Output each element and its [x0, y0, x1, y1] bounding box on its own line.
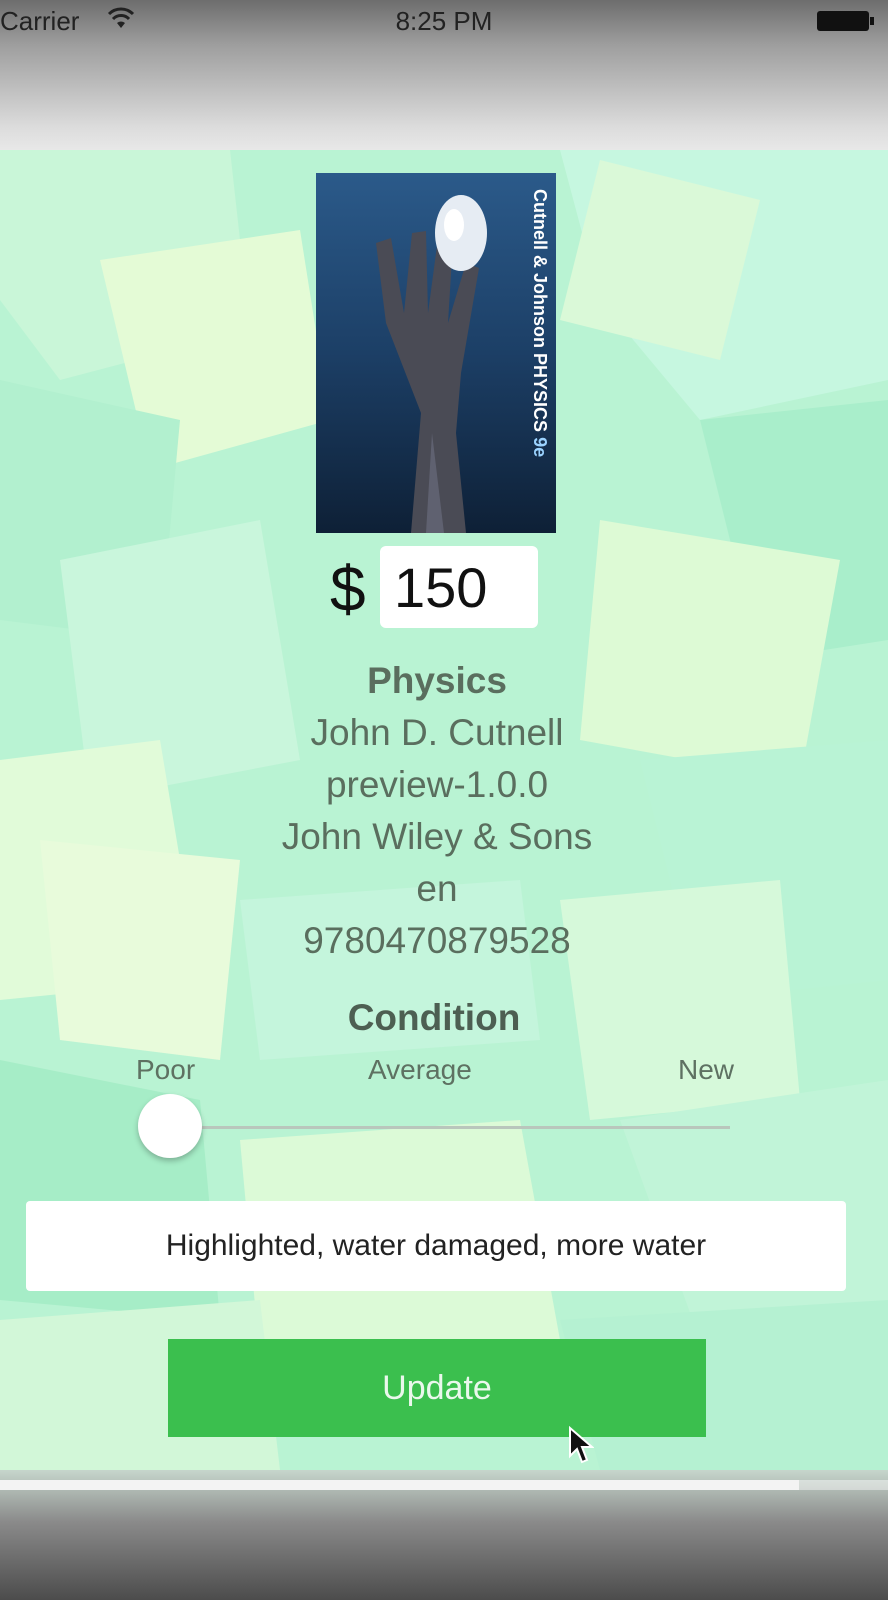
condition-label-average: Average	[368, 1054, 472, 1085]
cover-spine-edition: 9e	[530, 437, 550, 458]
book-author: John D. Cutnell	[310, 712, 564, 753]
cover-spine-title: PHYSICS	[530, 353, 550, 433]
condition-label-new: New	[678, 1054, 735, 1085]
update-button[interactable]: Update	[168, 1339, 706, 1437]
book-title: Physics	[367, 660, 507, 701]
cover-spine-text: Cutnell & Johnson PHYSICS 9e	[520, 189, 550, 519]
cover-spine-authors: Cutnell & Johnson	[530, 189, 550, 348]
condition-heading: Condition	[347, 997, 521, 1038]
status-bar: Carrier 8:25 PM	[0, 0, 888, 42]
playback-progress-fill	[0, 1480, 800, 1490]
price-input[interactable]	[380, 546, 538, 628]
book-isbn: 9780470879528	[303, 920, 571, 961]
slider-track[interactable]	[170, 1126, 730, 1129]
condition-label-poor: Poor	[136, 1054, 196, 1085]
mouse-cursor-icon	[569, 1426, 594, 1464]
screen: Carrier 8:25 PM Cutnell & Johnson PHYSIC…	[0, 0, 888, 1600]
slider-thumb[interactable]	[138, 1094, 202, 1158]
book-edition: preview-1.0.0	[325, 764, 549, 805]
battery-icon	[817, 11, 874, 31]
book-publisher: John Wiley & Sons	[281, 816, 593, 857]
book-language: en	[416, 868, 458, 909]
clock: 8:25 PM	[395, 6, 493, 36]
playback-progress-track[interactable]	[0, 1480, 888, 1490]
condition-notes-field[interactable]	[26, 1201, 846, 1291]
book-cover-image[interactable]: Cutnell & Johnson PHYSICS 9e	[316, 173, 556, 533]
currency-symbol: $	[330, 553, 366, 625]
condition-slider[interactable]	[138, 1094, 740, 1164]
